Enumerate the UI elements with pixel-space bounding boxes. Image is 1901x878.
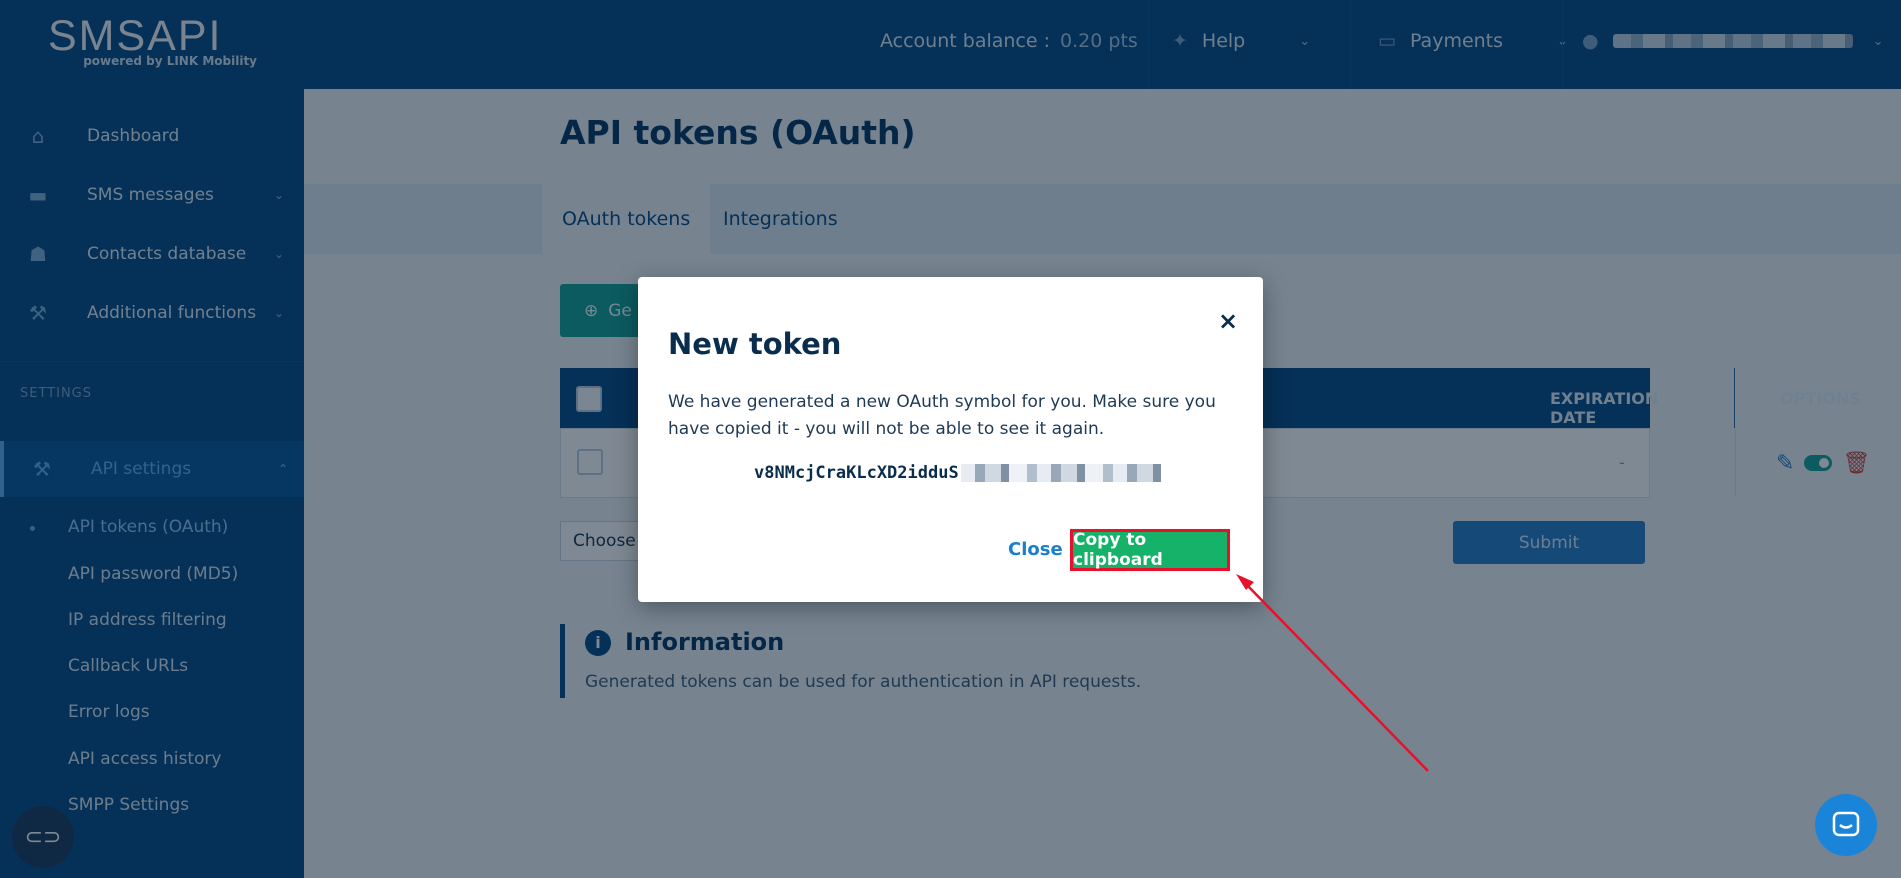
chat-bubble-icon [1832,811,1860,837]
chat-support-button[interactable] [1815,794,1877,856]
annotation-arrow [1236,574,1429,772]
